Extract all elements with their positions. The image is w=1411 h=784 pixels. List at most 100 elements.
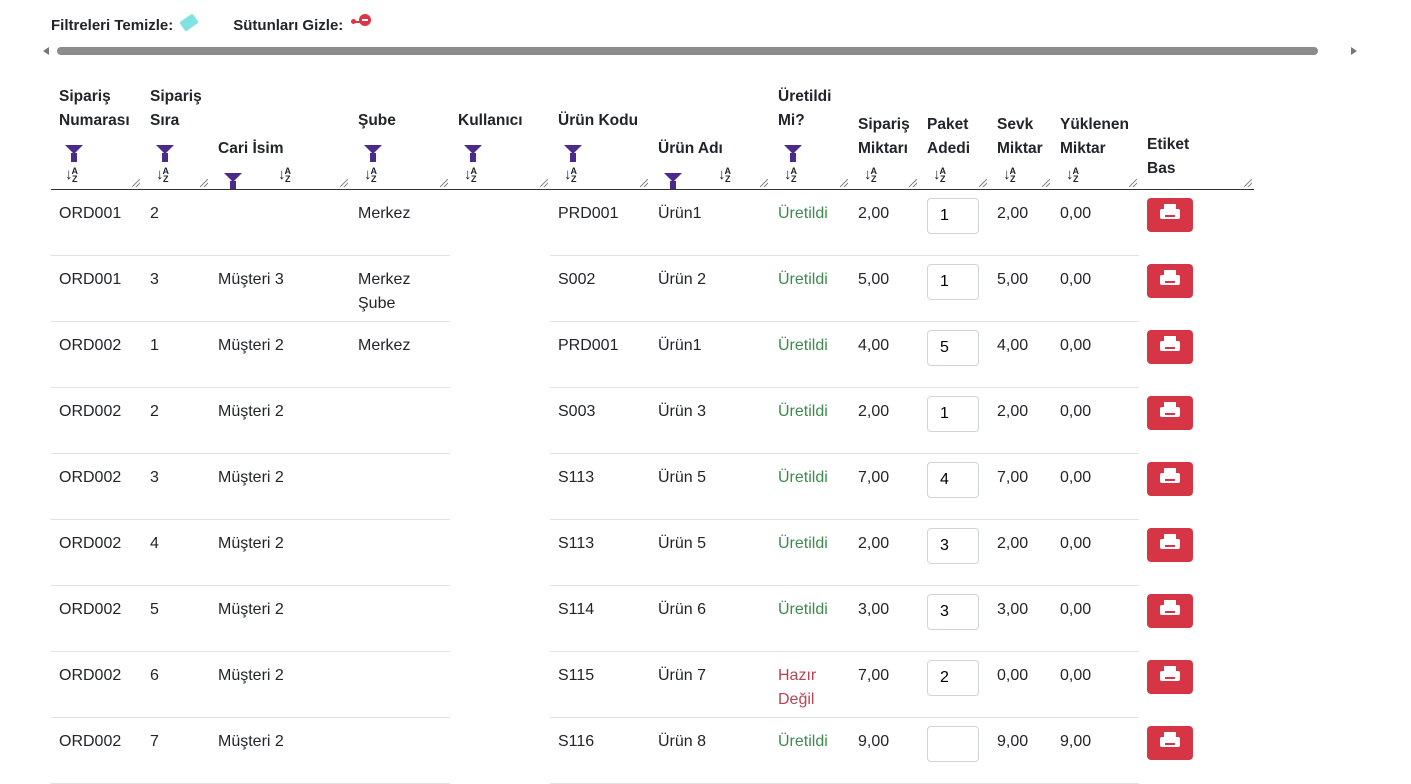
column-resize-handle[interactable] [1129,179,1137,187]
column-resize-handle[interactable] [640,179,648,187]
cell-yuklenen-miktar: 0,00 [1052,519,1139,586]
sort-alpha-down-icon[interactable]: ↓ A Z [858,161,877,189]
sort-alpha-down-icon[interactable]: ↓ A Z [778,161,797,189]
column-resize-handle[interactable] [760,179,768,187]
cell-paket-adedi[interactable] [919,321,989,388]
scroll-left-arrow-icon[interactable] [43,47,49,55]
sort-alpha-down-icon[interactable]: ↓ A Z [458,161,477,189]
cell-paket-adedi[interactable] [919,519,989,586]
column-resize-handle[interactable] [340,179,348,187]
package-count-input[interactable] [927,264,979,300]
cell-kullanici [450,189,550,256]
cell-urun-adi: Ürün 8 [650,717,770,784]
column-header-uretildi[interactable]: Üretildi Mi? ↓ A Z [770,64,850,190]
sort-alpha-down-icon[interactable]: ↓ A Z [927,161,946,189]
table-row[interactable]: ORD002 6 Müşteri 2 S115 Ürün 7 Hazır Değil 7,0… [51,651,1254,718]
filter-icon[interactable] [364,144,382,162]
cell-paket-adedi[interactable] [919,453,989,520]
column-header-sevk-miktar[interactable]: Sevk Miktar ↓ A Z [989,64,1052,190]
cell-sube [350,585,450,652]
cell-paket-adedi[interactable] [919,651,989,718]
column-header-siparis-no[interactable]: Sipariş Numarası ↓ A Z [51,64,142,190]
eraser-icon[interactable] [179,12,199,32]
cell-paket-adedi[interactable] [919,189,989,256]
cell-paket-adedi[interactable] [919,717,989,784]
filter-icon[interactable] [464,144,482,162]
sort-alpha-down-icon[interactable]: ↓ A Z [1060,161,1079,189]
print-label-button[interactable] [1147,593,1193,628]
package-count-input[interactable] [927,594,979,630]
column-header-urun-kodu[interactable]: Ürün Kodu ↓ A Z [550,64,650,190]
printer-icon [1160,401,1180,417]
sort-alpha-down-icon[interactable]: ↓ A Z [712,161,731,189]
table-row[interactable]: ORD001 3 Müşteri 3 Merkez Şube S002 Ürün 2 Üre… [51,255,1254,322]
cell-yuklenen-miktar: 0,00 [1052,189,1139,256]
print-label-button[interactable] [1147,198,1193,232]
column-header-kullanici[interactable]: Kullanıcı ↓ A Z [450,64,550,190]
package-count-input[interactable] [927,726,979,762]
cell-sevk-miktar: 9,00 [989,717,1052,784]
package-count-input[interactable] [927,396,979,432]
cell-siparis-miktar: 2,00 [850,387,919,454]
table-row[interactable]: ORD0023Müşteri 2S113Ürün 5Üretildi7,007,… [51,453,1254,520]
column-header-paket-adedi[interactable]: Paket Adedi ↓ A Z [919,64,989,190]
table-row[interactable]: ORD002 7 Müşteri 2 S116 Ürün 8 Üretildi 9,00 9,… [51,717,1254,784]
filter-icon[interactable] [564,144,582,162]
filter-icon[interactable] [664,172,682,190]
column-header-sube[interactable]: Şube ↓ A Z [350,64,450,190]
table-row[interactable]: ORD0022Müşteri 2S003Ürün 3Üretildi2,002,… [51,387,1254,454]
column-header-siparis-sira[interactable]: Sipariş Sıra ↓ A Z [142,64,210,190]
sort-alpha-down-icon[interactable]: ↓ A Z [150,161,169,189]
table-row[interactable]: ORD0012MerkezPRD001Ürün1Üretildi2,002,00… [51,189,1254,256]
print-label-button[interactable] [1147,725,1193,760]
column-resize-handle[interactable] [540,179,548,187]
cell-siparis-sira: 2 [142,189,210,256]
table-row[interactable]: ORD002 1 Müşteri 2 Merkez PRD001 Ürün1 Üretild… [51,321,1254,388]
sort-alpha-down-icon[interactable]: ↓ A Z [59,161,78,189]
print-label-button[interactable] [1147,329,1193,364]
column-header-label: Sipariş [59,88,111,105]
filter-icon[interactable] [224,172,242,190]
table-row[interactable]: ORD0024Müşteri 2S113Ürün 5Üretildi2,002,… [51,519,1254,586]
scrollbar-thumb[interactable] [57,47,1318,55]
package-count-input[interactable] [927,462,979,498]
column-resize-handle[interactable] [909,179,917,187]
package-count-input[interactable] [927,330,979,366]
column-resize-handle[interactable] [132,179,140,187]
column-resize-handle[interactable] [1244,179,1252,187]
column-header-yuklenen-miktar[interactable]: Yüklenen Miktar ↓ A Z [1052,64,1139,190]
cell-paket-adedi[interactable] [919,255,989,322]
print-label-button[interactable] [1147,527,1193,562]
column-header-cari-isim[interactable]: Cari İsim ↓ A Z [210,64,350,190]
cell-paket-adedi[interactable] [919,387,989,454]
print-label-button[interactable] [1147,659,1193,694]
package-count-input[interactable] [927,198,979,234]
horizontal-scrollbar[interactable] [43,45,1357,57]
column-resize-handle[interactable] [840,179,848,187]
column-header-urun-adi[interactable]: Ürün Adı ↓ A Z [650,64,770,190]
column-resize-handle[interactable] [1042,179,1050,187]
cell-paket-adedi[interactable] [919,585,989,652]
filter-icon[interactable] [784,144,802,162]
cell-siparis-miktar: 3,00 [850,585,919,652]
package-count-input[interactable] [927,660,979,696]
scroll-right-arrow-icon[interactable] [1351,47,1357,55]
print-label-button[interactable] [1147,263,1193,298]
filter-icon[interactable] [156,144,174,162]
print-label-button[interactable] [1147,395,1193,430]
sort-alpha-down-icon[interactable]: ↓ A Z [558,161,577,189]
filter-icon[interactable] [65,144,83,162]
cell-yuklenen-miktar: 0,00 [1052,651,1139,718]
remove-circle-icon[interactable] [351,13,373,29]
column-header-siparis-miktar[interactable]: Sipariş Miktarı ↓ A Z [850,64,919,190]
column-resize-handle[interactable] [440,179,448,187]
sort-alpha-down-icon[interactable]: ↓ A Z [272,161,291,189]
column-resize-handle[interactable] [979,179,987,187]
column-resize-handle[interactable] [200,179,208,187]
column-header-etiket-bas[interactable]: Etiket Bas [1139,64,1254,190]
package-count-input[interactable] [927,528,979,564]
print-label-button[interactable] [1147,461,1193,496]
sort-alpha-down-icon[interactable]: ↓ A Z [997,161,1016,189]
table-row[interactable]: ORD0025Müşteri 2S114Ürün 6Üretildi3,003,… [51,585,1254,652]
sort-alpha-down-icon[interactable]: ↓ A Z [358,161,377,189]
